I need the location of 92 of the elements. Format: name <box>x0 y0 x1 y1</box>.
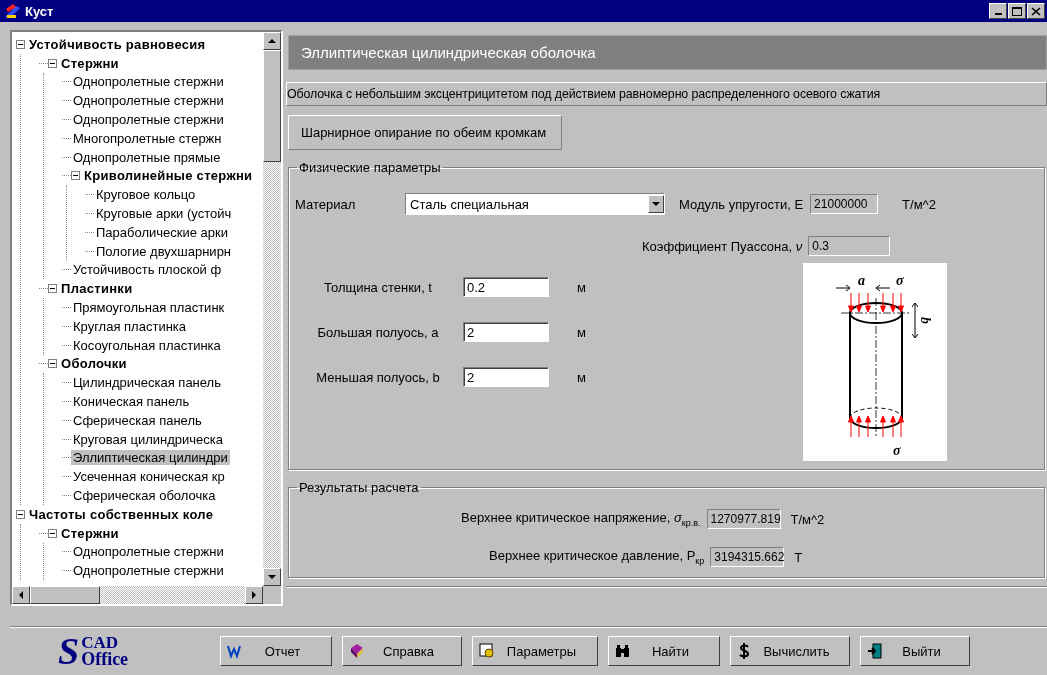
input-field[interactable]: 0.2 <box>463 277 549 297</box>
dollar-icon <box>737 643 752 659</box>
tree-item[interactable]: Сферическая панель <box>71 412 204 428</box>
group-legend: Результаты расчета <box>297 480 421 495</box>
scroll-thumb[interactable] <box>263 50 281 162</box>
support-tab[interactable]: Шарнирное опирание по обеим кромкам <box>288 115 563 150</box>
close-button[interactable] <box>1027 3 1045 19</box>
tree-item[interactable]: Усеченная коническая кр <box>71 469 227 485</box>
collapse-toggle-icon[interactable] <box>48 359 57 369</box>
tree-item[interactable]: Цилиндрическая панель <box>71 375 223 391</box>
toolbar-button[interactable]: Найти <box>608 636 720 666</box>
collapse-toggle-icon[interactable] <box>16 509 25 519</box>
input-field[interactable]: 2 <box>463 322 549 342</box>
tree-folder-item[interactable]: Оболочки <box>59 356 129 372</box>
tree-item[interactable]: Коническая панель <box>71 394 192 410</box>
tree-folder-item[interactable]: Стержни <box>59 55 121 71</box>
horizontal-scrollbar[interactable] <box>12 586 281 604</box>
tree-item[interactable]: Круговые арки (устойч <box>94 206 234 222</box>
tree-item[interactable]: Многопролетные стержн <box>71 130 224 146</box>
result-field: 1270977.819 <box>706 509 781 529</box>
tree-item[interactable]: Однопролетные стержни <box>71 544 226 560</box>
tree-item[interactable]: Круговое кольцо <box>94 187 198 203</box>
exit-door-icon <box>867 643 882 659</box>
tree-item[interactable]: Однопролетные стержни <box>71 563 226 579</box>
toolbar-button[interactable]: Параметры <box>472 636 598 666</box>
collapse-toggle-icon[interactable] <box>16 39 25 49</box>
unit-label: Т <box>794 549 803 565</box>
input-field[interactable]: 2 <box>463 367 549 387</box>
field-label: Материал <box>295 196 357 212</box>
field-label: Толщина стенки, t <box>323 279 433 295</box>
toolbar-button[interactable]: Вычислить <box>730 636 850 666</box>
tree-folder-item[interactable]: Устойчивость равновесия <box>27 36 208 52</box>
tree-item[interactable]: Параболические арки <box>94 224 230 240</box>
tree-item[interactable]: Круглая пластинка <box>71 318 189 334</box>
tree-item[interactable]: Круговая цилиндрическа <box>71 431 225 447</box>
cylinder-diagram-drawing: a σ b σ <box>835 273 933 458</box>
toolbar-button[interactable]: Отчет <box>220 636 332 666</box>
up-arrow-icon <box>268 38 276 44</box>
tree-folder-item[interactable]: Частоты собственных коле <box>27 506 216 522</box>
result-field: 3194315.662 <box>710 547 785 567</box>
binoculars-icon <box>615 643 630 659</box>
scroll-thumb[interactable] <box>30 586 100 604</box>
collapse-toggle-icon[interactable] <box>48 284 57 294</box>
minimize-button[interactable] <box>989 3 1007 19</box>
right-arrow-icon <box>251 591 257 599</box>
collapse-toggle-icon[interactable] <box>48 528 57 538</box>
tree-item[interactable]: Однопролетные прямые <box>71 149 223 165</box>
collapse-toggle-icon[interactable] <box>48 58 57 68</box>
field-label: Модуль упругости, E <box>679 196 804 212</box>
tree-item[interactable]: Пологие двухшарнирн <box>94 243 234 259</box>
tree-folder-item[interactable]: Стержни <box>59 525 121 541</box>
unit-label: м <box>577 324 586 340</box>
toolbar-button[interactable]: Справка <box>342 636 462 666</box>
maximize-icon <box>1012 6 1022 16</box>
tree-folder-item[interactable]: Криволинейные стержни <box>82 168 255 184</box>
minimize-icon <box>994 13 1002 15</box>
result-label: Верхнее критическое напряжение, σ$_{кр.в.}$ <box>461 510 701 528</box>
maximize-button[interactable] <box>1008 3 1026 19</box>
unit-label: Т/м^2 <box>790 511 825 527</box>
window-title: Куст <box>25 3 55 19</box>
unit-label: Т/м^2 <box>902 196 936 212</box>
result-label: Верхнее критическое давление, P$_{кр}$ <box>489 548 705 566</box>
unit-label: м <box>577 279 586 295</box>
down-arrow-icon <box>268 574 276 580</box>
material-dropdown[interactable]: Сталь специальная <box>405 193 665 215</box>
book-icon <box>349 643 364 659</box>
tree-item[interactable]: Однопролетные стержни <box>71 93 226 109</box>
field-label: Коэффициент Пуассона, ν <box>642 238 803 254</box>
collapse-toggle-icon[interactable] <box>71 171 80 181</box>
poisson-field: 0.3 <box>808 236 891 256</box>
tree-item[interactable]: Однопролетные стержни <box>71 112 226 128</box>
toolbar-button[interactable]: Выйти <box>860 636 970 666</box>
close-icon <box>1031 6 1041 16</box>
field-label: Меньшая полуось, b <box>315 369 441 385</box>
problem-description: Оболочка с небольшим эксцентрицитетом под действием равномерно распределенного осевого сжатия <box>286 82 1047 106</box>
dropdown-arrow-icon <box>652 201 660 207</box>
field-label: Большая полуось, a <box>316 324 440 340</box>
tree-item[interactable]: Устойчивость плоской ф <box>71 262 224 278</box>
left-arrow-icon <box>18 591 24 599</box>
tree-item[interactable]: Сферическая оболочка <box>71 488 218 503</box>
group-legend: Физические параметры <box>297 160 443 175</box>
panel-title: Эллиптическая цилиндрическая оболочка <box>288 35 1047 70</box>
tree-item[interactable]: Косоугольная пластинка <box>71 337 223 353</box>
tree-item[interactable]: Эллиптическая цилиндри <box>71 450 230 466</box>
tree-item[interactable]: Прямоугольная пластинк <box>71 300 227 316</box>
scrollbar-corner <box>263 586 281 604</box>
vertical-scrollbar[interactable] <box>263 32 281 586</box>
app-icon <box>4 3 20 19</box>
tree-folder-item[interactable]: Пластинки <box>59 281 135 297</box>
modulus-field: 21000000 <box>810 194 879 214</box>
tree-item[interactable]: Однопролетные стержни <box>71 74 226 90</box>
unit-label: м <box>577 369 586 385</box>
